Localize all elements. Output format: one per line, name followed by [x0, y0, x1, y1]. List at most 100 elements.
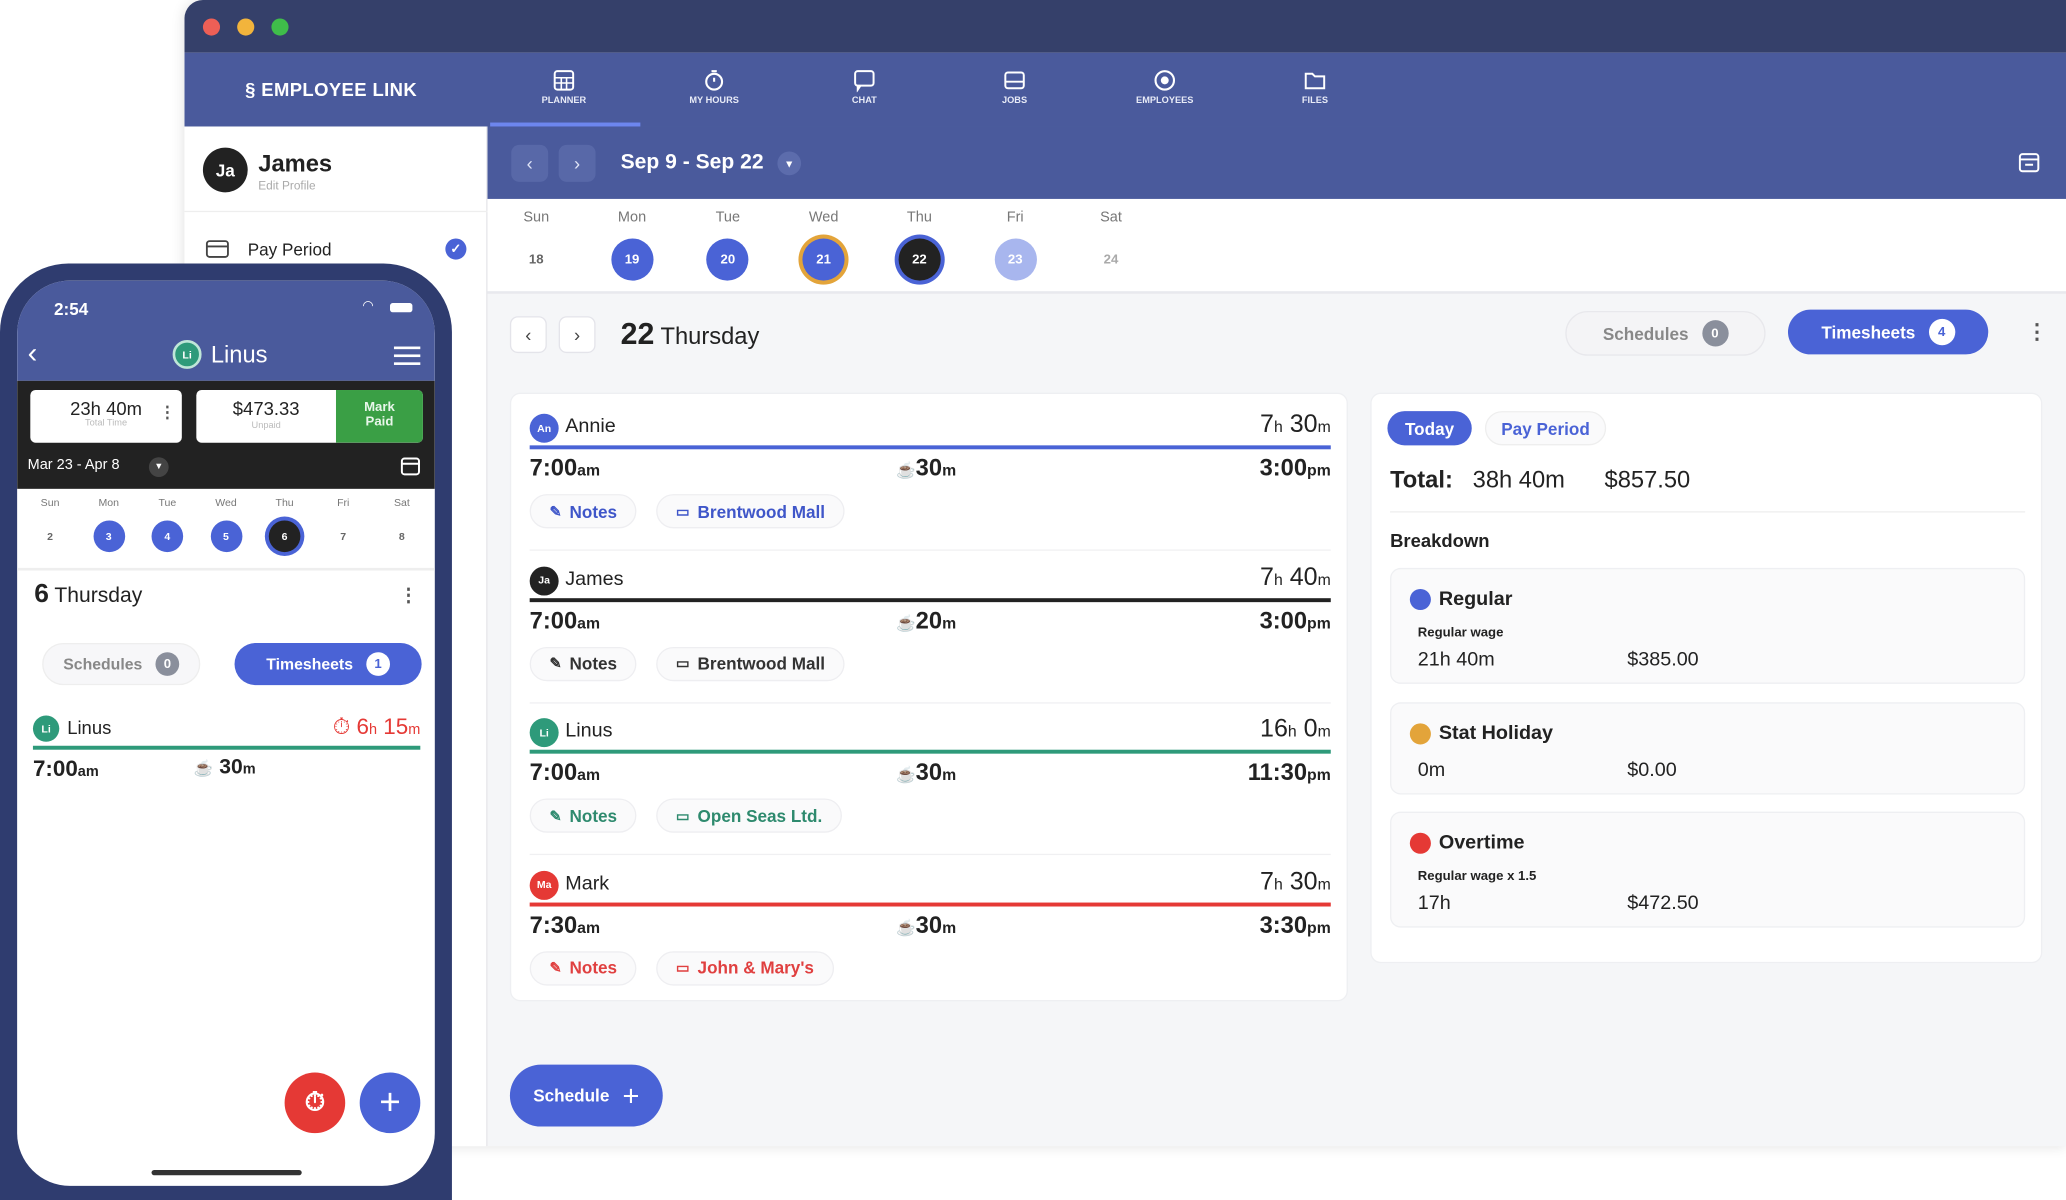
- back-icon[interactable]: ‹: [28, 336, 38, 370]
- category-time: 21h 40m: [1417, 648, 1495, 671]
- location-chip[interactable]: ▭ Brentwood Mall: [656, 646, 845, 681]
- start-time: 7:30am: [530, 911, 600, 939]
- total-time-box[interactable]: 23h 40m Total Time ⋮: [30, 390, 182, 443]
- jobs-icon: [1004, 71, 1025, 90]
- nav-tab-employees[interactable]: EMPLOYEES: [1090, 63, 1240, 105]
- color-dot: [1409, 588, 1431, 611]
- hours: 7: [1260, 563, 1274, 591]
- total-duration: 16h 0m: [1260, 715, 1331, 744]
- calendar-icon[interactable]: [2018, 152, 2040, 173]
- date-cell[interactable]: 20: [706, 238, 749, 281]
- date-cell[interactable]: 19: [610, 238, 654, 281]
- date-range[interactable]: Sep 9 - Sep 22: [621, 152, 764, 176]
- close-window-button[interactable]: [202, 18, 221, 36]
- minutes: 15: [383, 714, 409, 740]
- entry-bar: [529, 445, 1331, 450]
- add-button[interactable]: +: [359, 1072, 421, 1134]
- tab-label: Schedules: [1602, 323, 1689, 344]
- timesheet-entry[interactable]: Ma Mark 7h 30m 7:30am ☕30m 3:30pm ✎ Notes ▭ John …: [529, 866, 1331, 1014]
- more-options-icon[interactable]: ⋮: [159, 403, 175, 421]
- sidebar-item-pay-period[interactable]: Pay Period ✓: [205, 237, 470, 263]
- day-title: 22 Thursday: [621, 316, 760, 352]
- more-options-icon[interactable]: ⋮: [2026, 319, 2047, 345]
- date-cell[interactable]: 24: [1090, 238, 1132, 280]
- timesheet-entry[interactable]: Ja James 7h 40m 7:00am ☕20m 3:00pm ✎ Notes ▭ Bren…: [529, 562, 1331, 710]
- entry-bar: [529, 597, 1331, 602]
- date-cell[interactable]: 22: [898, 238, 941, 281]
- nav-tab-files[interactable]: FILES: [1240, 63, 1390, 105]
- next-day-button[interactable]: ›: [558, 316, 596, 354]
- minimize-window-button[interactable]: [237, 18, 255, 36]
- nav-tab-chat[interactable]: CHAT: [789, 63, 939, 105]
- notes-chip[interactable]: ✎ Notes: [529, 798, 637, 833]
- location-chip[interactable]: ▭ Brentwood Mall: [656, 494, 845, 529]
- timesheet-entry[interactable]: An Annie 7h 30m 7:00am ☕30m 3:00pm ✎ Notes ▭ Bren…: [529, 410, 1331, 558]
- date-cell[interactable]: 6: [268, 520, 301, 553]
- date-cell[interactable]: 5: [210, 520, 242, 553]
- date-cell[interactable]: 3: [92, 520, 125, 553]
- date-range[interactable]: Mar 23 - Apr 8: [28, 457, 120, 473]
- edit-profile-link[interactable]: Edit Profile: [258, 179, 315, 192]
- total-duration: 7h 30m: [1260, 868, 1331, 897]
- avatar: Li: [529, 718, 559, 748]
- entry-bar: [32, 745, 421, 750]
- timesheet-entry[interactable]: Li Linus 16h 0m 7:00am ☕30m 11:30pm ✎ Notes ▭ Ope…: [529, 714, 1331, 862]
- more-options-icon[interactable]: ⋮: [399, 584, 417, 606]
- date-cell[interactable]: 21: [802, 238, 845, 281]
- building-icon: ▭: [675, 808, 690, 825]
- unit: m: [1317, 417, 1331, 437]
- date-cell[interactable]: 18: [515, 238, 557, 280]
- notes-chip[interactable]: ✎ Notes: [529, 950, 637, 985]
- date-cell[interactable]: 8: [386, 520, 418, 552]
- prev-range-button[interactable]: ‹: [511, 144, 549, 182]
- planner-icon: [553, 70, 575, 91]
- calendar-icon[interactable]: [400, 456, 421, 476]
- date-cell[interactable]: 7: [327, 520, 359, 552]
- total-row: Total: 38h 40m $857.50: [1390, 466, 1690, 494]
- next-range-button[interactable]: ›: [558, 144, 596, 182]
- minutes: 30: [1289, 411, 1318, 439]
- ampm: am: [577, 461, 601, 480]
- nav-tab-jobs[interactable]: JOBS: [939, 63, 1089, 105]
- avatar: Ma: [529, 870, 559, 900]
- location-chip[interactable]: ▭ John & Mary's: [656, 950, 834, 985]
- notes-chip[interactable]: ✎ Notes: [529, 646, 637, 681]
- end-time: 3:00pm: [1260, 607, 1331, 635]
- mark-paid-button[interactable]: Mark Paid: [335, 390, 423, 443]
- pay-period-tab[interactable]: Pay Period: [1484, 411, 1607, 446]
- weekday-label: Wed: [215, 496, 237, 509]
- nav-tab-label: PLANNER: [541, 96, 587, 106]
- employee-name: Linus: [67, 716, 112, 738]
- schedules-tab[interactable]: Schedules 0: [42, 642, 201, 686]
- week-strip: Sun 18 Mon 19 Tue 20 Wed 21 Thu 22 Fri 23 Sat 24: [487, 198, 2066, 294]
- nav-tab-my-hours[interactable]: MY HOURS: [639, 63, 789, 105]
- timesheets-tab[interactable]: Timesheets 4: [1787, 309, 1989, 355]
- status-time: 2:54: [54, 299, 89, 319]
- chevron-down-icon[interactable]: ▼: [777, 151, 802, 176]
- nav-tab-planner[interactable]: PLANNER: [489, 63, 639, 105]
- color-dot: [1409, 832, 1431, 854]
- day-name: Thursday: [660, 322, 760, 350]
- clock-in-button[interactable]: ⏱: [284, 1072, 346, 1134]
- schedule-button[interactable]: Schedule +: [509, 1064, 663, 1127]
- unpaid-amount: $473.33: [232, 397, 300, 419]
- date-cell[interactable]: 23: [994, 238, 1037, 281]
- today-tab[interactable]: Today: [1387, 411, 1472, 446]
- phone-timesheet-entry[interactable]: Li Linus ⏱ 6h 15m 7:00am ☕ 30m: [32, 713, 421, 792]
- timesheets-list: An Annie 7h 30m 7:00am ☕30m 3:00pm ✎ Notes ▭ Bren…: [509, 392, 1348, 1002]
- coffee-icon: ☕: [193, 758, 214, 778]
- notes-chip[interactable]: ✎ Notes: [529, 494, 637, 529]
- schedules-tab[interactable]: Schedules 0: [1565, 310, 1766, 356]
- timesheets-tab[interactable]: Timesheets 1: [234, 642, 422, 686]
- menu-icon[interactable]: [393, 346, 421, 365]
- prev-day-button[interactable]: ‹: [509, 316, 547, 354]
- minutes: 30: [915, 454, 943, 481]
- date-cell[interactable]: 2: [34, 520, 66, 552]
- maximize-window-button[interactable]: [271, 18, 289, 36]
- total-duration: 7h 40m: [1260, 563, 1331, 592]
- location-chip[interactable]: ▭ Open Seas Ltd.: [656, 798, 843, 833]
- break-duration: ☕ 30m: [194, 756, 256, 780]
- chevron-down-icon[interactable]: ▼: [148, 457, 169, 477]
- ampm: pm: [1307, 461, 1331, 480]
- date-cell[interactable]: 4: [151, 520, 184, 553]
